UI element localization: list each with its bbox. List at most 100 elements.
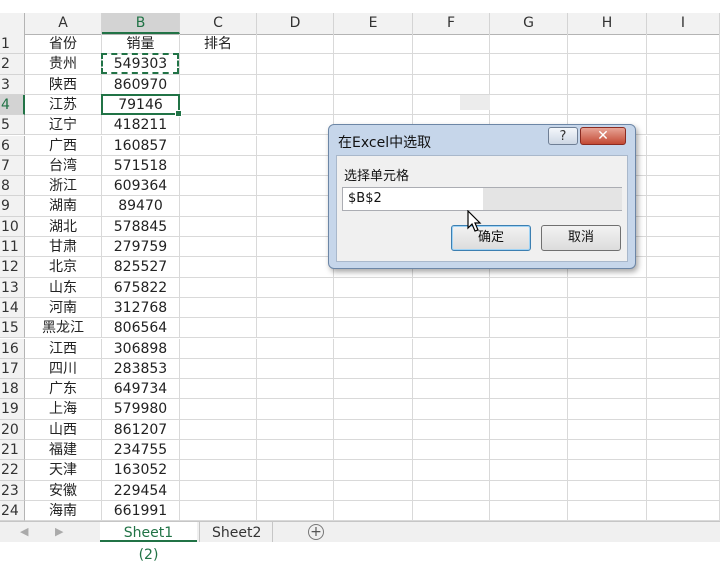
cell-province[interactable]: 江西 xyxy=(25,338,102,359)
row-header[interactable]: 7 xyxy=(0,155,25,177)
cell[interactable] xyxy=(180,196,257,217)
cell[interactable] xyxy=(334,358,413,380)
cell[interactable] xyxy=(647,500,720,522)
cell-reference-input[interactable]: $B$2 xyxy=(342,187,622,211)
cell[interactable] xyxy=(180,135,257,156)
cell[interactable] xyxy=(257,34,334,55)
active-cell-b4[interactable] xyxy=(101,94,182,117)
cell[interactable] xyxy=(647,237,720,258)
cell[interactable] xyxy=(413,379,490,400)
cell[interactable] xyxy=(180,480,257,501)
cell[interactable] xyxy=(334,54,413,75)
row-header[interactable]: 14 xyxy=(0,297,25,319)
cell[interactable] xyxy=(257,440,334,461)
row-header[interactable]: 3 xyxy=(0,74,25,95)
cell[interactable] xyxy=(257,74,334,95)
cell-province[interactable]: 安徽 xyxy=(25,480,102,501)
cell-province[interactable]: 海南 xyxy=(25,500,102,522)
row-header[interactable]: 1 xyxy=(0,34,25,55)
cell[interactable] xyxy=(647,440,720,461)
cell[interactable] xyxy=(647,460,720,481)
row-header[interactable]: 4 xyxy=(0,94,25,116)
cell[interactable] xyxy=(647,196,720,217)
cell[interactable] xyxy=(647,480,720,501)
cell[interactable] xyxy=(413,34,490,55)
row-header[interactable]: 9 xyxy=(0,196,25,217)
spreadsheet[interactable]: A B C D E F G H I 1 省份 销量 排名 2 贵州 549303 3 陕… xyxy=(0,0,720,541)
column-header-i[interactable]: I xyxy=(647,13,720,34)
cell[interactable] xyxy=(334,399,413,420)
cell[interactable] xyxy=(647,34,720,55)
cell[interactable] xyxy=(413,399,490,420)
cell-sales[interactable]: 160857 xyxy=(102,135,180,156)
cell[interactable] xyxy=(490,318,568,339)
cell[interactable] xyxy=(647,419,720,440)
column-header-d[interactable]: D xyxy=(257,13,334,34)
cell[interactable] xyxy=(647,277,720,298)
cell-sales[interactable]: 675822 xyxy=(102,277,180,298)
cell-a1[interactable]: 省份 xyxy=(25,34,102,55)
column-header-c[interactable]: C xyxy=(180,13,257,34)
cell-sales[interactable]: 306898 xyxy=(102,338,180,359)
cell-province[interactable]: 黑龙江 xyxy=(25,318,102,339)
column-header-e[interactable]: E xyxy=(334,13,413,34)
cell-sales[interactable]: 609364 xyxy=(102,176,180,197)
cell[interactable] xyxy=(180,358,257,380)
cell-sales[interactable]: 571518 xyxy=(102,155,180,177)
cell[interactable] xyxy=(180,257,257,278)
cell[interactable] xyxy=(257,338,334,359)
cell-province[interactable]: 辽宁 xyxy=(25,115,102,136)
cell[interactable] xyxy=(413,500,490,522)
cell[interactable] xyxy=(568,500,647,522)
cell[interactable] xyxy=(413,419,490,440)
row-header[interactable]: 24 xyxy=(0,500,25,522)
cell[interactable] xyxy=(568,460,647,481)
cell[interactable] xyxy=(180,338,257,359)
cell[interactable] xyxy=(257,460,334,481)
cell-sales[interactable]: 163052 xyxy=(102,460,180,481)
cell[interactable] xyxy=(180,440,257,461)
cell[interactable] xyxy=(568,94,647,116)
cell[interactable] xyxy=(334,419,413,440)
row-header[interactable]: 22 xyxy=(0,460,25,481)
cell-sales[interactable]: 229454 xyxy=(102,480,180,501)
row-header[interactable]: 15 xyxy=(0,318,25,339)
cell[interactable] xyxy=(490,277,568,298)
cell[interactable] xyxy=(568,480,647,501)
cell-province[interactable]: 湖北 xyxy=(25,216,102,237)
column-header-h[interactable]: H xyxy=(568,13,647,34)
cell[interactable] xyxy=(257,297,334,319)
cell[interactable] xyxy=(257,379,334,400)
cancel-button[interactable]: 取消 xyxy=(541,225,621,251)
cell[interactable] xyxy=(568,74,647,95)
cell[interactable] xyxy=(490,399,568,420)
cell[interactable] xyxy=(413,277,490,298)
cell[interactable] xyxy=(257,358,334,380)
cell[interactable] xyxy=(490,74,568,95)
cell[interactable] xyxy=(490,379,568,400)
cell[interactable] xyxy=(257,257,334,278)
cell-province[interactable]: 上海 xyxy=(25,399,102,420)
cell[interactable] xyxy=(568,379,647,400)
cell[interactable] xyxy=(257,115,334,136)
cell[interactable] xyxy=(413,358,490,380)
cell[interactable] xyxy=(490,419,568,440)
row-header[interactable]: 20 xyxy=(0,419,25,440)
cell[interactable] xyxy=(180,115,257,136)
cell[interactable] xyxy=(647,94,720,116)
cell[interactable] xyxy=(490,338,568,359)
cell[interactable] xyxy=(257,94,334,116)
cell-sales[interactable]: 806564 xyxy=(102,318,180,339)
cell[interactable] xyxy=(490,500,568,522)
ok-button[interactable]: 确定 xyxy=(451,225,531,251)
cell[interactable] xyxy=(647,318,720,339)
cell[interactable] xyxy=(334,94,413,116)
cell[interactable] xyxy=(180,74,257,95)
cell[interactable] xyxy=(180,216,257,237)
cell[interactable] xyxy=(257,216,334,237)
row-header[interactable]: 19 xyxy=(0,399,25,420)
row-header[interactable]: 13 xyxy=(0,277,25,298)
cell-province[interactable]: 福建 xyxy=(25,440,102,461)
column-header-a[interactable]: A xyxy=(25,13,102,34)
cell[interactable] xyxy=(257,399,334,420)
